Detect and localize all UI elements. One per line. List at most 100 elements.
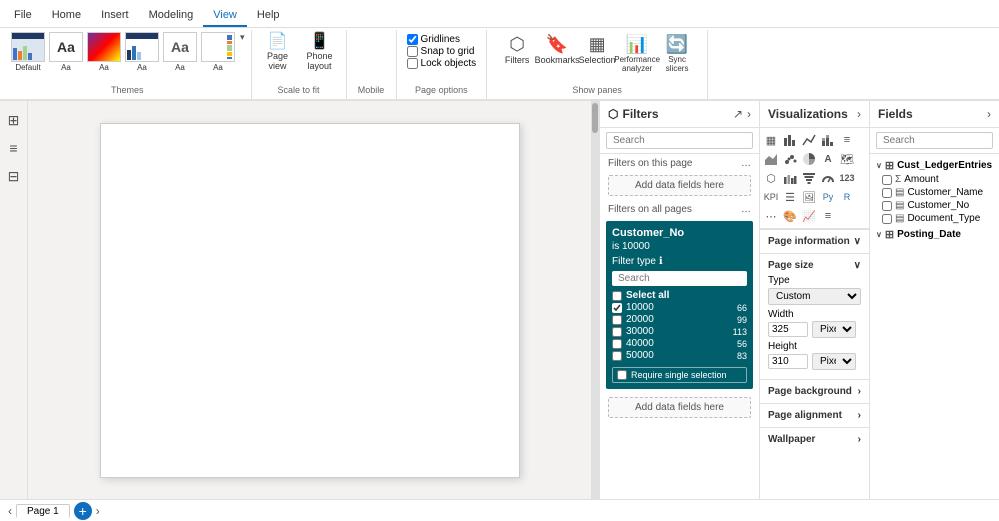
filter-item-40000[interactable]: 40000 56 [612,338,747,349]
tree-group-posting-header[interactable]: ∨ ⊞ Posting_Date [874,227,995,242]
filters-search-input[interactable] [606,132,753,149]
filters-on-all-more[interactable]: … [741,204,751,215]
add-page-btn[interactable]: + [74,502,92,520]
tree-item-customer-no[interactable]: ▤ Customer_No [874,199,995,212]
filter-checkbox-50000[interactable] [612,351,622,361]
selection-pane-btn[interactable]: ▦ Selection [579,34,615,65]
filter-checkbox-20000[interactable] [612,315,622,325]
theme-color[interactable]: Aa [86,32,122,72]
page-view-btn[interactable]: 📄 Pageview [258,32,298,73]
viz-text-icon[interactable]: A [819,150,837,168]
viz-image-icon[interactable]: 🖼 [800,188,818,206]
viz-pie-icon[interactable] [800,150,818,168]
width-input[interactable] [768,322,808,337]
viz-more-icon[interactable]: ⋯ [762,207,780,225]
height-unit-select[interactable]: Pixels [812,353,856,370]
tab-insert[interactable]: Insert [91,5,139,27]
width-unit-select[interactable]: Pixels [812,321,856,338]
tab-modeling[interactable]: Modeling [139,5,204,27]
document-type-checkbox[interactable] [882,214,892,224]
filter-checkbox-30000[interactable] [612,327,622,337]
snap-to-grid-checkbox-row[interactable]: Snap to grid [407,46,477,57]
page-info-header[interactable]: Page information ∨ [768,234,861,249]
type-select[interactable]: Custom [768,288,861,305]
viz-gauge-icon[interactable] [819,169,837,187]
lock-objects-checkbox-row[interactable]: Lock objects [407,58,477,69]
theme-aa1[interactable]: Aa Aa [48,32,84,72]
amount-checkbox[interactable] [882,175,892,185]
nav-prev[interactable]: ‹ [8,504,12,518]
filter-item-10000[interactable]: 10000 66 [612,302,747,313]
theme-default[interactable]: Default [10,32,46,72]
add-all-fields-btn[interactable]: Add data fields here [608,397,751,418]
filter-item-20000[interactable]: 20000 99 [612,314,747,325]
theme-aa3[interactable]: Aa Aa [162,32,198,72]
viz-line-icon[interactable] [800,131,818,149]
tree-group-cust-header[interactable]: ∨ ⊞ Cust_LedgerEntries [874,158,995,173]
viz-format-icon[interactable]: 🎨 [781,207,799,225]
viz-scatter-icon[interactable] [781,150,799,168]
customer-no-checkbox[interactable] [882,201,892,211]
viz-table-icon[interactable]: ▦ [762,131,780,149]
viz-fields-icon[interactable]: ≡ [819,207,837,225]
filters-pane-btn[interactable]: ⬡ Filters [499,34,535,65]
fields-expand-icon[interactable]: › [987,107,991,121]
viz-kpi-icon[interactable]: KPI [762,188,780,206]
left-icon-3[interactable]: ⊟ [3,165,25,187]
viz-card-icon[interactable]: 123 [838,169,856,187]
tree-item-document-type[interactable]: ▤ Document_Type [874,212,995,225]
viz-slicer-icon[interactable]: ☰ [781,188,799,206]
filter-item-30000[interactable]: 30000 113 [612,326,747,337]
tree-item-amount[interactable]: Σ Amount [874,173,995,186]
viz-area-icon[interactable] [762,150,780,168]
bookmarks-pane-btn[interactable]: 🔖 Bookmarks [539,34,575,65]
viz-funnel-icon[interactable] [800,169,818,187]
filter-checkbox-10000[interactable] [612,303,622,313]
require-single-row[interactable]: Require single selection [612,367,747,383]
viz-waterfall-icon[interactable] [781,169,799,187]
page-tab-1[interactable]: Page 1 [16,504,70,518]
select-all-checkbox[interactable] [612,291,622,301]
tab-file[interactable]: File [4,5,42,27]
viz-analytics-icon[interactable]: 📈 [800,207,818,225]
tree-item-customer-name[interactable]: ▤ Customer_Name [874,186,995,199]
left-icon-1[interactable]: ⊞ [3,109,25,131]
filter-select-all[interactable]: Select all [612,290,747,301]
phone-layout-btn[interactable]: 📱 Phonelayout [300,32,340,73]
viz-map-icon[interactable]: 🗺 [838,150,856,168]
wallpaper-header[interactable]: Wallpaper › [768,432,861,447]
add-fields-page-btn[interactable]: Add data fields here [608,175,751,196]
tab-help[interactable]: Help [247,5,290,27]
page-background-header[interactable]: Page background › [768,384,861,399]
height-input[interactable] [768,354,808,369]
performance-pane-btn[interactable]: 📊 Performanceanalyzer [619,34,655,73]
left-icon-2[interactable]: ≡ [3,137,25,159]
require-single-checkbox[interactable] [617,370,627,380]
tab-view[interactable]: View [203,5,247,27]
viz-stacked-icon[interactable] [819,131,837,149]
gridlines-checkbox[interactable] [407,34,418,45]
filter-card-search[interactable] [612,271,747,286]
themes-dropdown[interactable]: ▾ [238,32,245,43]
theme-chart[interactable]: Aa [200,32,236,72]
filter-item-50000[interactable]: 50000 83 [612,350,747,361]
viz-expand-icon[interactable]: › [857,107,861,121]
viz-bar-icon[interactable] [781,131,799,149]
nav-next[interactable]: › [96,504,100,518]
filters-expand-icon[interactable]: ↗ [733,107,743,121]
fields-search-input[interactable] [876,132,993,149]
viz-r-icon[interactable]: R [838,188,856,206]
sync-slicers-pane-btn[interactable]: 🔄 Syncslicers [659,34,695,73]
viz-matrix-icon[interactable]: ≡ [838,131,856,149]
lock-objects-checkbox[interactable] [407,58,418,69]
filters-on-page-more[interactable]: … [741,158,751,169]
theme-aa2[interactable]: Aa [124,32,160,72]
gridlines-checkbox-row[interactable]: Gridlines [407,34,477,45]
viz-shape-map-icon[interactable]: ⬡ [762,169,780,187]
filter-checkbox-40000[interactable] [612,339,622,349]
snap-to-grid-checkbox[interactable] [407,46,418,57]
page-size-header[interactable]: Page size ∨ [768,258,861,273]
customer-name-checkbox[interactable] [882,188,892,198]
page-alignment-header[interactable]: Page alignment › [768,408,861,423]
viz-py-icon[interactable]: Py [819,188,837,206]
